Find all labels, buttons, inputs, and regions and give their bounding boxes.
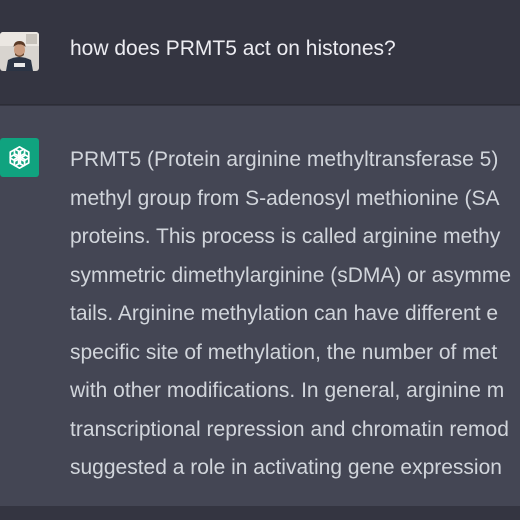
next-message-strip [0,506,520,520]
assistant-text-line: tails. Arginine methylation can have dif… [70,302,499,325]
user-avatar [0,32,39,71]
user-message-text: how does PRMT5 act on histones? [70,37,396,60]
assistant-text-line: transcriptional repression and chromatin… [70,417,509,441]
assistant-text-line: methyl group from S-adenosyl methionine … [70,186,500,210]
assistant-avatar [0,138,39,177]
assistant-text-line: with other modifications. In general, ar… [70,379,505,402]
assistant-text-line: specific site of methylation, the number… [70,340,498,364]
assistant-message-text: PRMT5 (Protein arginine methyltransferas… [70,141,520,488]
assistant-text-line: symmetric dimethylarginine (sDMA) or asy… [70,263,512,287]
assistant-message: PRMT5 (Protein arginine methyltransferas… [0,106,520,506]
assistant-text-line: PRMT5 (Protein arginine methyltransferas… [70,148,499,171]
user-message: how does PRMT5 act on histones? [0,0,520,105]
assistant-text-line: suggested a role in activating gene expr… [70,456,502,479]
chat-thread: how does PRMT5 act on histones? PRMT5 (P… [0,0,520,520]
user-avatar-photo-icon [0,32,39,71]
assistant-text-line: proteins. This process is called arginin… [70,225,501,248]
openai-logo-icon [9,145,30,170]
